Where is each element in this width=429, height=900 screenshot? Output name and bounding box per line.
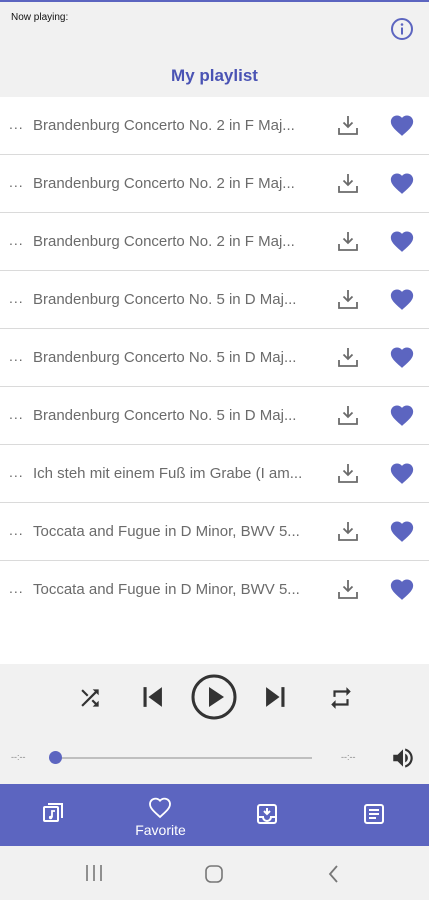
song-title: Brandenburg Concerto No. 2 in F Maj... [33,233,295,250]
bottom-navigation: Favorite [0,784,429,846]
download-icon[interactable] [336,287,360,311]
download-icon[interactable] [336,345,360,369]
more-options-icon[interactable]: ... [9,580,24,596]
playlist-row[interactable]: ... Brandenburg Concerto No. 2 in F Maj..… [0,213,429,271]
info-icon[interactable] [390,17,414,41]
system-navigation-bar [0,846,429,900]
duration-time: --:-- [341,752,356,762]
heart-outline-icon [149,797,171,819]
playlist: ... Brandenburg Concerto No. 2 in F Maj..… [0,97,429,619]
back-icon[interactable] [327,864,341,884]
more-options-icon[interactable]: ... [9,232,24,248]
home-icon[interactable] [204,864,224,884]
favorite-heart-icon[interactable] [389,577,415,601]
download-icon[interactable] [336,171,360,195]
download-icon[interactable] [336,229,360,253]
song-title: Ich steh mit einem Fuß im Grabe (I am... [33,465,303,482]
recents-icon[interactable] [84,864,104,882]
playlist-row[interactable]: ... Brandenburg Concerto No. 2 in F Maj..… [0,155,429,213]
favorite-heart-icon[interactable] [389,461,415,485]
song-title: Brandenburg Concerto No. 5 in D Maj... [33,349,297,366]
favorite-heart-icon[interactable] [389,403,415,427]
playlist-empty-space [0,618,429,664]
page-title: My playlist [171,66,258,85]
download-icon[interactable] [336,461,360,485]
player-panel: --:-- --:-- [0,664,429,784]
download-icon[interactable] [336,519,360,543]
song-title: Toccata and Fugue in D Minor, BWV 5... [33,523,300,540]
elapsed-time: --:-- [11,752,26,762]
more-options-icon[interactable]: ... [9,522,24,538]
now-playing-label: Now playing: [11,12,69,23]
seek-thumb[interactable] [49,751,62,764]
favorite-heart-icon[interactable] [389,519,415,543]
repeat-icon[interactable] [328,685,354,711]
playlist-row[interactable]: ... Brandenburg Concerto No. 5 in D Maj..… [0,329,429,387]
song-title: Brandenburg Concerto No. 5 in D Maj... [33,407,297,424]
seek-bar[interactable] [56,757,312,759]
more-options-icon[interactable]: ... [9,348,24,364]
skip-previous-icon[interactable] [135,680,169,714]
playlist-row[interactable]: ... Brandenburg Concerto No. 2 in F Maj..… [0,97,429,155]
playlist-row[interactable]: ... Ich steh mit einem Fuß im Grabe (I am… [0,445,429,503]
volume-icon[interactable] [390,745,416,771]
playlist-row[interactable]: ... Toccata and Fugue in D Minor, BWV 5..… [0,561,429,619]
playlist-row[interactable]: ... Brandenburg Concerto No. 5 in D Maj..… [0,271,429,329]
playlist-row[interactable]: ... Toccata and Fugue in D Minor, BWV 5..… [0,503,429,561]
notes-icon [364,804,384,824]
favorite-heart-icon[interactable] [389,345,415,369]
download-icon[interactable] [336,403,360,427]
nav-item-favorite[interactable]: Favorite [107,784,214,846]
more-options-icon[interactable]: ... [9,406,24,422]
play-icon[interactable] [190,673,238,721]
more-options-icon[interactable]: ... [9,290,24,306]
nav-item-notes[interactable] [321,784,428,846]
more-options-icon[interactable]: ... [9,464,24,480]
favorite-heart-icon[interactable] [389,287,415,311]
nav-item-music[interactable] [0,784,107,846]
song-title: Toccata and Fugue in D Minor, BWV 5... [33,581,300,598]
download-tray-icon [257,804,277,824]
favorite-heart-icon[interactable] [389,113,415,137]
nav-label-favorite: Favorite [135,822,186,838]
music-note-icon [43,803,63,822]
skip-next-icon[interactable] [259,680,293,714]
download-icon[interactable] [336,113,360,137]
favorite-heart-icon[interactable] [389,171,415,195]
song-title: Brandenburg Concerto No. 5 in D Maj... [33,291,297,308]
more-options-icon[interactable]: ... [9,116,24,132]
song-title: Brandenburg Concerto No. 2 in F Maj... [33,175,295,192]
song-title: Brandenburg Concerto No. 2 in F Maj... [33,117,295,134]
download-icon[interactable] [336,577,360,601]
more-options-icon[interactable]: ... [9,174,24,190]
top-accent-line [0,0,429,2]
favorite-heart-icon[interactable] [389,229,415,253]
nav-item-downloads[interactable] [214,784,321,846]
playlist-row[interactable]: ... Brandenburg Concerto No. 5 in D Maj..… [0,387,429,445]
shuffle-icon[interactable] [77,685,103,711]
